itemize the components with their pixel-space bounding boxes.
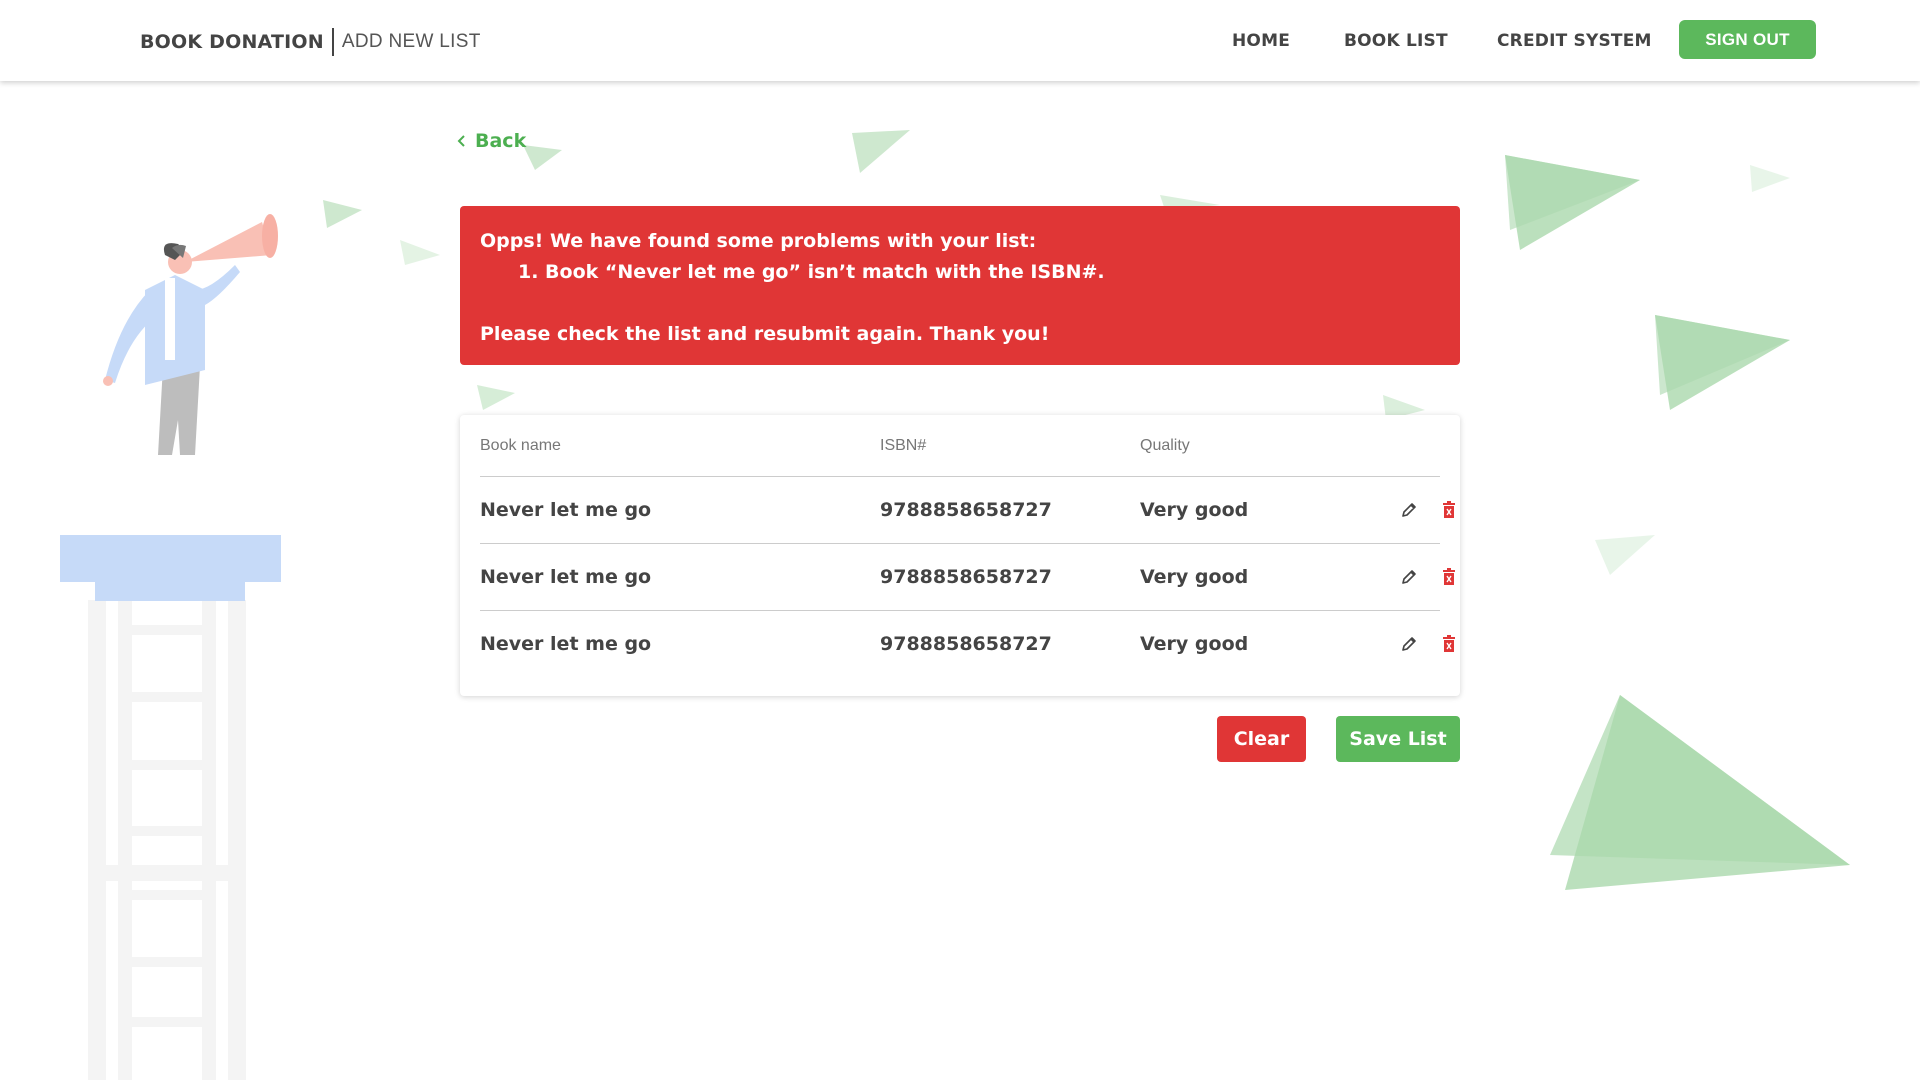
paper-plane-icon xyxy=(1655,315,1790,410)
cell-book-name: Never let me go xyxy=(480,633,652,655)
paper-plane-icon xyxy=(1595,535,1655,575)
ladder-illustration xyxy=(88,600,246,1080)
trash-icon xyxy=(1443,568,1455,585)
table-row: Never let me go 9788858658727 Very good xyxy=(480,544,1455,611)
nav-book-list[interactable]: BOOK LIST xyxy=(1344,31,1448,51)
error-alert: Opps! We have found some problems with y… xyxy=(460,206,1460,365)
paper-plane-icon xyxy=(323,200,362,228)
cell-isbn: 9788858658727 xyxy=(880,633,1052,655)
cell-isbn: 9788858658727 xyxy=(880,499,1052,521)
table-row: Never let me go 9788858658727 Very good xyxy=(480,611,1455,678)
delete-row-button[interactable] xyxy=(1438,499,1460,521)
nav-credit-system[interactable]: CREDIT SYSTEM xyxy=(1497,31,1652,51)
table-header: Book name ISBN# Quality xyxy=(480,415,1440,477)
delete-row-button[interactable] xyxy=(1438,566,1460,588)
paper-plane-icon xyxy=(852,130,910,173)
trash-icon xyxy=(1443,501,1455,518)
paper-plane-icon xyxy=(1750,165,1790,192)
back-link[interactable]: Back xyxy=(457,130,526,152)
pencil-icon xyxy=(1402,503,1416,517)
table-row: Never let me go 9788858658727 Very good xyxy=(480,477,1455,544)
alert-item: 1. Book “Never let me go” isn’t match wi… xyxy=(518,261,1105,283)
alert-spacer xyxy=(480,288,1440,319)
main-nav: HOME BOOK LIST CREDIT SYSTEM SIGN OUT xyxy=(0,20,1920,60)
edit-row-button[interactable] xyxy=(1398,633,1420,655)
sign-out-button[interactable]: SIGN OUT xyxy=(1679,20,1816,59)
cell-isbn: 9788858658727 xyxy=(880,566,1052,588)
top-navbar: BOOK DONATION ADD NEW LIST HOME BOOK LIS… xyxy=(0,0,1920,81)
pencil-icon xyxy=(1402,637,1416,651)
pencil-icon xyxy=(1402,570,1416,584)
paper-plane-icon xyxy=(523,145,562,170)
back-label: Back xyxy=(475,130,527,152)
cell-book-name: Never let me go xyxy=(480,566,652,588)
cell-quality: Very good xyxy=(1140,499,1249,521)
save-list-button[interactable]: Save List xyxy=(1336,716,1460,762)
paper-plane-icon xyxy=(477,385,515,410)
alert-footer: Please check the list and resubmit again… xyxy=(480,323,1050,345)
delete-row-button[interactable] xyxy=(1438,633,1460,655)
book-list-table: Book name ISBN# Quality Never let me go … xyxy=(460,415,1460,696)
edit-row-button[interactable] xyxy=(1398,499,1420,521)
nav-home[interactable]: HOME xyxy=(1232,31,1290,51)
person-megaphone-illustration xyxy=(103,214,278,455)
trash-icon xyxy=(1443,635,1455,652)
column-book-name: Book name xyxy=(480,437,561,454)
clear-button[interactable]: Clear xyxy=(1217,716,1306,762)
cell-book-name: Never let me go xyxy=(480,499,652,521)
paper-plane-icon xyxy=(400,240,440,265)
alert-title: Opps! We have found some problems with y… xyxy=(480,230,1037,252)
cell-quality: Very good xyxy=(1140,633,1249,655)
platform xyxy=(60,535,281,582)
edit-row-button[interactable] xyxy=(1398,566,1420,588)
platform-base xyxy=(95,582,245,601)
cell-quality: Very good xyxy=(1140,566,1249,588)
column-isbn: ISBN# xyxy=(880,437,927,454)
column-quality: Quality xyxy=(1140,437,1190,454)
paper-plane-icon xyxy=(1505,155,1640,250)
paper-plane-icon xyxy=(1550,695,1850,890)
chevron-left-icon xyxy=(457,134,467,148)
